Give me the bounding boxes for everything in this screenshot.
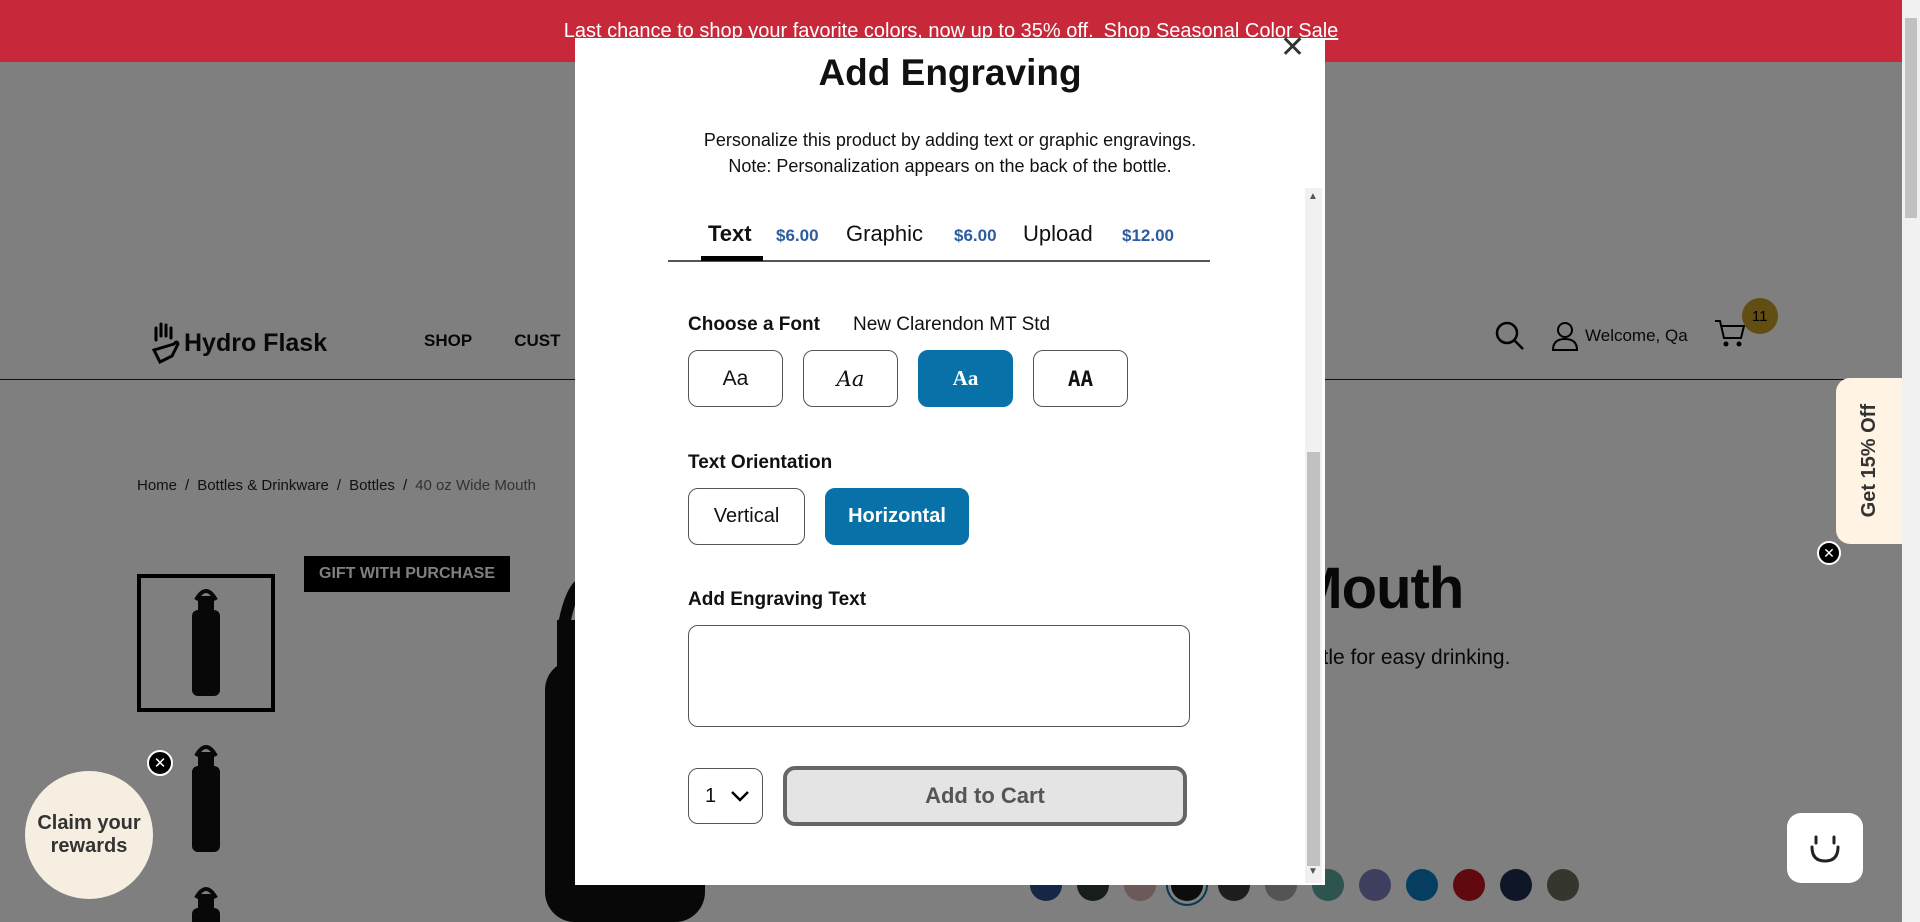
font-option-2[interactable]: Aa [803, 350, 898, 407]
tab-upload-price: $12.00 [1122, 226, 1174, 245]
chevron-down-icon [731, 791, 749, 802]
font-option-3[interactable]: Aa [918, 350, 1013, 407]
active-tab-indicator [701, 256, 763, 261]
modal-description: Personalize this product by adding text … [575, 127, 1325, 179]
engraving-modal: ✕ Add Engraving Personalize this product… [575, 31, 1325, 885]
engraving-text-label: Add Engraving Text [688, 589, 867, 610]
chat-face-icon [1810, 835, 1840, 863]
font-label: Choose a Font [688, 314, 820, 335]
discount-side-tab[interactable]: Get 15% Off [1836, 378, 1902, 544]
modal-scrollbar[interactable]: ▲ ▼ [1305, 188, 1322, 883]
scroll-thumb[interactable] [1307, 452, 1320, 866]
add-to-cart-button[interactable]: Add to Cart [783, 766, 1187, 826]
orientation-vertical[interactable]: Vertical [688, 488, 805, 545]
chat-button[interactable] [1787, 813, 1863, 883]
orientation-label: Text Orientation [688, 452, 833, 473]
engraving-tabs: Text $6.00 Graphic $6.00 Upload $12.00 [668, 221, 1210, 262]
tab-upload[interactable]: Upload [1023, 221, 1093, 247]
page-scrollbar[interactable] [1902, 0, 1920, 922]
scroll-down-icon[interactable]: ▼ [1308, 866, 1318, 877]
desc-line-2: Note: Personalization appears on the bac… [728, 156, 1172, 176]
tab-graphic-price: $6.00 [954, 226, 997, 245]
font-option-4[interactable]: AA [1033, 350, 1128, 407]
orientation-horizontal[interactable]: Horizontal [825, 488, 969, 545]
tab-text[interactable]: Text [708, 221, 752, 247]
quantity-value: 1 [705, 784, 717, 807]
selected-font-name: New Clarendon MT Std [853, 314, 1051, 335]
quantity-select[interactable]: 1 [688, 768, 763, 824]
rewards-button[interactable]: Claim your rewards [25, 771, 153, 899]
discount-close-icon[interactable]: ✕ [1817, 541, 1841, 565]
font-option-1[interactable]: Aa [688, 350, 783, 407]
discount-label: Get 15% Off [1857, 404, 1880, 518]
scroll-up-icon[interactable]: ▲ [1308, 191, 1318, 202]
engraving-text-input[interactable] [688, 625, 1190, 727]
tab-graphic[interactable]: Graphic [846, 221, 923, 247]
rewards-close-icon[interactable]: ✕ [147, 750, 173, 776]
modal-title: Add Engraving [818, 52, 1082, 93]
desc-line-1: Personalize this product by adding text … [703, 130, 1197, 150]
tab-text-price: $6.00 [776, 226, 819, 245]
